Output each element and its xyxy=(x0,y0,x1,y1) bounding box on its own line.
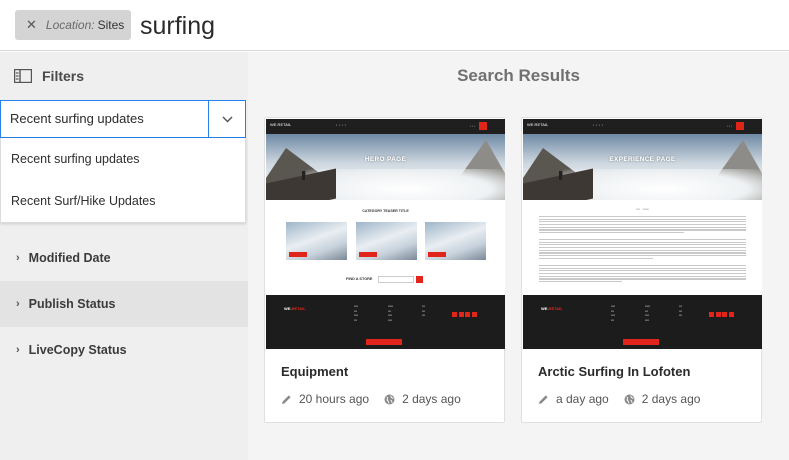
facet-label: Publish Status xyxy=(28,297,116,311)
thumb-hero-title: EXPERIENCE PAGE xyxy=(609,156,676,163)
chevron-down-icon xyxy=(221,115,233,123)
page-thumbnail: WE.RETAIL ▪ ▪ ▪ ▪ ▪ ▪ ▪ EXPERIENCE PAGE … xyxy=(523,119,762,349)
thumb-nav-links: ▪ ▪ ▪ ▪ xyxy=(336,123,347,127)
card-title: Arctic Surfing In Lofoten xyxy=(538,364,691,379)
location-tag: ✕ Location: Sites xyxy=(15,10,131,40)
dropdown-toggle-button[interactable] xyxy=(209,101,245,137)
pencil-icon xyxy=(539,394,548,404)
thumb-nav-utils: ▪ ▪ ▪ xyxy=(470,124,475,128)
facet-label: LiveCopy Status xyxy=(28,343,127,357)
thumb-nav-links: ▪ ▪ ▪ ▪ xyxy=(593,123,604,127)
thumb-find-store: FIND A STORE xyxy=(346,277,373,281)
chevron-right-icon: › xyxy=(16,252,20,264)
remove-tag-icon[interactable]: ✕ xyxy=(26,17,37,33)
saved-search-dropdown: Recent surfing updates Recent Surf/Hike … xyxy=(0,138,246,223)
result-card-arctic-surfing[interactable]: WE.RETAIL ▪ ▪ ▪ ▪ ▪ ▪ ▪ EXPERIENCE PAGE … xyxy=(521,117,762,423)
modified-time: a day ago xyxy=(556,392,609,406)
facet-publish-status[interactable]: › Publish Status xyxy=(0,281,248,327)
saved-search-select[interactable]: Recent surfing updates xyxy=(0,100,246,138)
search-results-panel: Search Results WE.RETAIL ▪ ▪ ▪ ▪ ▪ ▪ ▪ H… xyxy=(248,52,789,460)
thumb-footer-brand-b: RETAIL xyxy=(291,306,306,311)
thumb-footer-brand-a: WE. xyxy=(541,306,549,311)
published-time: 2 days ago xyxy=(402,392,461,406)
page-thumbnail: WE.RETAIL ▪ ▪ ▪ ▪ ▪ ▪ ▪ HERO PAGE CATEGO… xyxy=(266,119,505,349)
card-meta: a day ago 2 days ago xyxy=(538,392,715,406)
filters-title: Filters xyxy=(42,67,85,84)
pencil-icon xyxy=(282,394,291,404)
thumb-footer: WE.RETAIL ▪▪▪▪ ▪▪▪ ▪▪▪▪ ▪▪▪ ▪▪▪▪▪ ▪▪▪ ▪▪▪▪ ▪▪▪… xyxy=(266,295,505,349)
tag-key: Location: xyxy=(45,18,95,32)
thumb-nav: WE.RETAIL ▪ ▪ ▪ ▪ ▪ ▪ ▪ xyxy=(266,119,505,134)
facet-livecopy-status[interactable]: › LiveCopy Status xyxy=(0,327,248,373)
published-time: 2 days ago xyxy=(641,392,701,406)
globe-icon xyxy=(624,394,635,404)
result-card-equipment[interactable]: WE.RETAIL ▪ ▪ ▪ ▪ ▪ ▪ ▪ HERO PAGE CATEGO… xyxy=(264,117,505,423)
thumb-brand: WE.RETAIL xyxy=(527,122,549,127)
thumb-search-icon xyxy=(736,122,744,130)
thumb-hero: HERO PAGE xyxy=(266,134,505,200)
dropdown-option[interactable]: Recent Surf/Hike Updates xyxy=(1,180,245,222)
thumb-footer: WE.RETAIL ▪▪▪▪ ▪▪▪ ▪▪▪▪ ▪▪▪ ▪▪▪▪▪ ▪▪▪ ▪▪▪▪ ▪▪▪… xyxy=(523,295,762,349)
filter-panel-icon xyxy=(14,68,32,83)
dropdown-option[interactable]: Recent surfing updates xyxy=(1,138,245,180)
thumb-paragraph xyxy=(539,216,746,235)
thumb-section-title: CATEGORY TEASER TITLE xyxy=(362,209,409,213)
thumb-footer-brand-b: RETAIL xyxy=(548,306,563,311)
thumb-hero-title: HERO PAGE xyxy=(364,156,407,163)
thumb-paragraph xyxy=(539,265,746,284)
globe-icon xyxy=(384,394,395,404)
thumb-nav-utils: ▪ ▪ ▪ xyxy=(727,124,732,128)
facet-modified-date[interactable]: › Modified Date xyxy=(0,235,248,281)
tag-value: Sites xyxy=(97,18,125,32)
facet-label: Modified Date xyxy=(28,251,111,265)
thumb-search-icon xyxy=(479,122,487,130)
filters-header[interactable]: Filters xyxy=(0,52,248,99)
modified-time: 20 hours ago xyxy=(299,392,370,406)
card-title: Equipment xyxy=(281,364,349,379)
saved-search-input[interactable]: Recent surfing updates xyxy=(1,101,209,137)
thumb-brand: WE.RETAIL xyxy=(270,122,292,127)
card-meta: 20 hours ago 2 days ago xyxy=(281,392,476,406)
thumb-breadcrumb: ▪▪▪▪ · ▪▪▪▪▪▪ xyxy=(636,207,649,211)
results-title: Search Results xyxy=(457,66,580,85)
search-bar: ✕ Location: Sites surfing xyxy=(0,0,789,51)
thumb-nav: WE.RETAIL ▪ ▪ ▪ ▪ ▪ ▪ ▪ xyxy=(523,119,762,134)
chevron-right-icon: › xyxy=(16,298,20,310)
chevron-right-icon: › xyxy=(16,344,20,356)
thumb-paragraph xyxy=(539,239,746,261)
thumb-footer-brand-a: WE. xyxy=(284,306,292,311)
search-input[interactable]: surfing xyxy=(140,10,215,42)
thumb-tiles xyxy=(286,222,486,260)
thumb-hero: EXPERIENCE PAGE xyxy=(523,134,762,200)
